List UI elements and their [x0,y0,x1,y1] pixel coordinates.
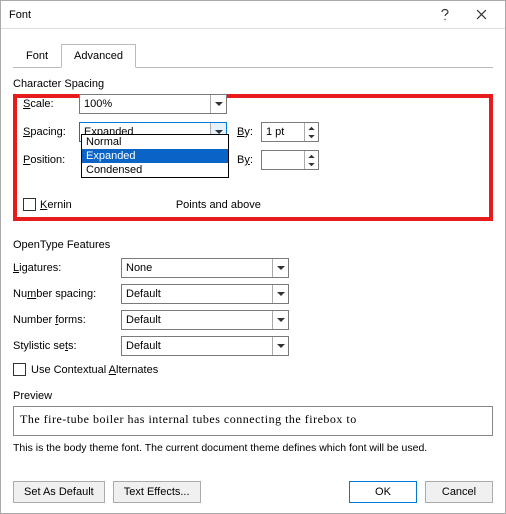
ligatures-label: Ligatures: [13,262,121,274]
number-forms-label: Number forms: [13,314,121,326]
preview-box: The fire-tube boiler has internal tubes … [13,406,493,436]
position-by-label: By: [237,154,261,166]
opentype-heading: OpenType Features [13,239,493,251]
spinner-buttons[interactable] [304,151,318,169]
spacing-dropdown-list[interactable]: Normal Expanded Condensed [81,134,229,178]
chevron-down-icon [210,95,226,113]
spacing-by-label: By: [237,126,261,138]
number-spacing-combobox[interactable]: Default [121,284,289,304]
position-by-spinner[interactable] [261,150,319,170]
chevron-down-icon [272,285,288,303]
spacing-label: Spacing: [23,126,79,138]
kerning-tail-label: Points and above [176,199,261,211]
tab-advanced[interactable]: Advanced [61,44,136,68]
number-spacing-label: Number spacing: [13,288,121,300]
spinner-buttons[interactable] [304,123,318,141]
scale-combobox[interactable]: 100% [79,94,227,114]
set-as-default-button[interactable]: Set As Default [13,481,105,503]
ok-button[interactable]: OK [349,481,417,503]
ligatures-combobox[interactable]: None [121,258,289,278]
title-bar: Font [1,1,505,29]
spacing-option-normal[interactable]: Normal [82,135,228,149]
chevron-down-icon [272,311,288,329]
position-label: Position: [23,154,79,166]
chevron-down-icon [272,337,288,355]
spacing-option-condensed[interactable]: Condensed [82,163,228,177]
stylistic-sets-combobox[interactable]: Default [121,336,289,356]
spacing-by-spinner[interactable]: 1 pt [261,122,319,142]
dialog-footer: Set As Default Text Effects... OK Cancel [13,481,493,503]
kerning-label: Kernin [40,199,72,211]
spacing-option-expanded[interactable]: Expanded [82,149,228,163]
tab-font[interactable]: Font [13,44,61,68]
scale-label: Scale: [23,98,79,110]
help-button[interactable] [427,2,463,28]
window-title: Font [9,9,427,21]
number-forms-combobox[interactable]: Default [121,310,289,330]
close-button[interactable] [463,2,499,28]
contextual-alternates-label: Use Contextual Alternates [31,364,158,376]
text-effects-button[interactable]: Text Effects... [113,481,201,503]
kerning-checkbox[interactable] [23,198,36,211]
tab-bar: Font Advanced [13,43,493,68]
chevron-down-icon [272,259,288,277]
preview-note: This is the body theme font. The current… [13,442,493,454]
cancel-button[interactable]: Cancel [425,481,493,503]
preview-heading: Preview [13,390,493,402]
stylistic-sets-label: Stylistic sets: [13,340,121,352]
contextual-alternates-checkbox[interactable] [13,363,26,376]
highlight-box: Scale: 100% Spacing: Expanded By: 1 pt [13,94,493,221]
character-spacing-heading: Character Spacing [13,78,493,90]
